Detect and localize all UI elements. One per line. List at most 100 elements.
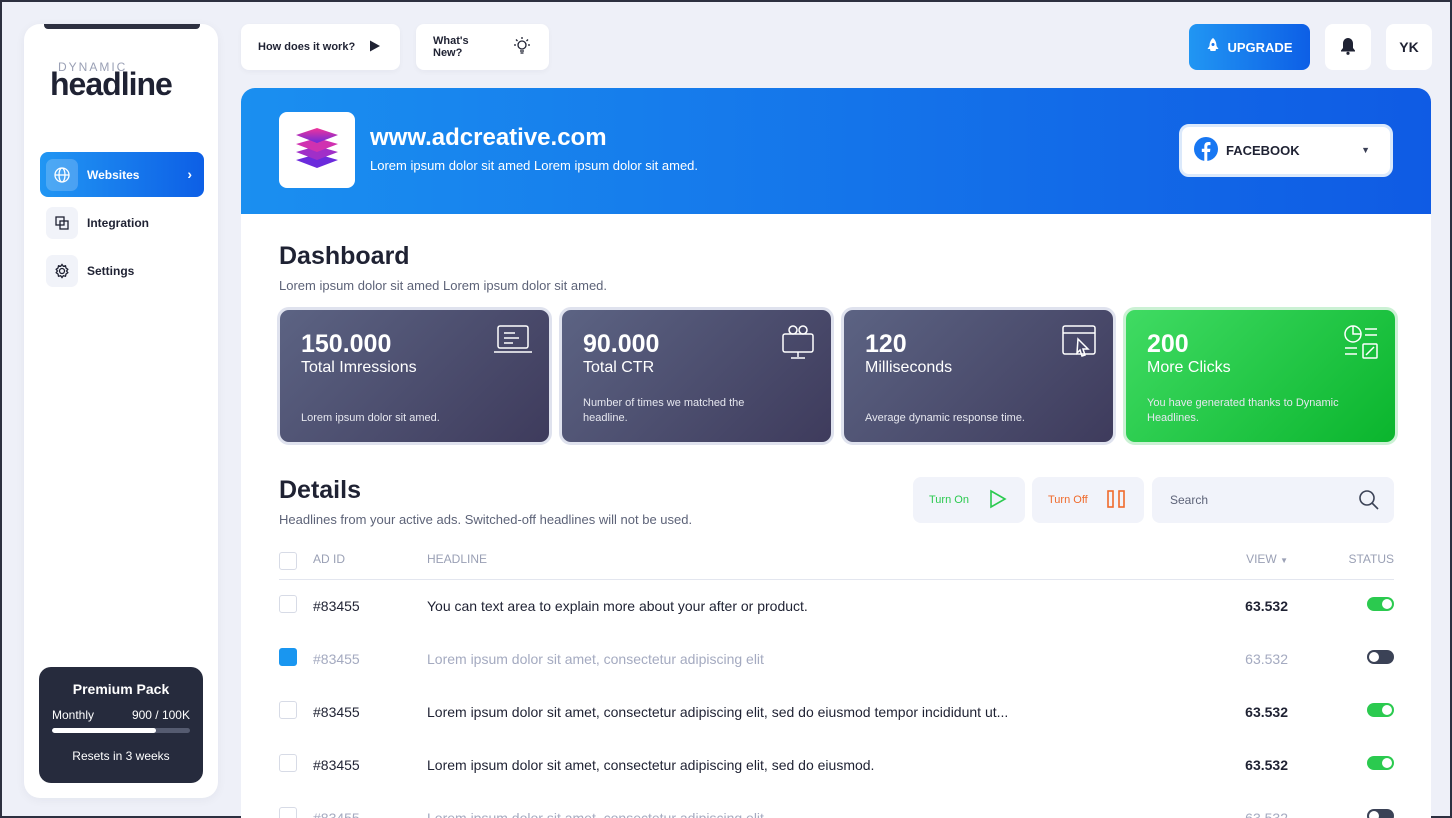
- how-it-works-label: How does it work?: [258, 41, 356, 53]
- stat-card-milliseconds: 120 Milliseconds Average dynamic respons…: [841, 307, 1116, 445]
- stat-label: Total Imressions: [301, 359, 417, 376]
- row-checkbox[interactable]: [279, 701, 297, 719]
- column-header-headline: HEADLINE: [427, 549, 1194, 580]
- row-view-count: 63.532: [1245, 756, 1288, 773]
- layers-icon: [294, 126, 340, 175]
- turn-on-label: Turn On: [929, 494, 969, 506]
- stat-value: 90.000: [583, 330, 660, 358]
- select-all-checkbox[interactable]: [279, 552, 297, 570]
- site-url: www.adcreative.com: [370, 124, 607, 151]
- site-logo: [279, 112, 355, 188]
- gear-icon: [46, 254, 78, 287]
- stat-card-impressions: 150.000 Total Imressions Lorem ipsum dol…: [277, 307, 552, 445]
- app-logo[interactable]: DYNAMIC headline: [50, 60, 200, 102]
- row-ad-id: #83455: [313, 809, 360, 818]
- sidebar: DYNAMIC headline Websites › Integration …: [24, 24, 218, 798]
- search-icon[interactable]: [1358, 489, 1380, 516]
- how-it-works-button[interactable]: How does it work?: [241, 24, 400, 70]
- logo-main-text: headline: [50, 66, 173, 102]
- upgrade-label: UPGRADE: [1227, 39, 1293, 55]
- row-headline: Lorem ipsum dolor sit amet, consectetur …: [427, 703, 1009, 720]
- stat-label: Total CTR: [583, 359, 655, 376]
- sort-caret-icon: ▼: [1280, 556, 1288, 565]
- premium-progress-bar: [52, 728, 190, 733]
- details-title: Details: [279, 476, 361, 504]
- row-headline: Lorem ipsum dolor sit amet, consectetur …: [427, 650, 764, 667]
- row-headline: You can text area to explain more about …: [427, 597, 808, 614]
- upgrade-button[interactable]: UPGRADE: [1189, 24, 1310, 70]
- status-toggle[interactable]: [1367, 756, 1394, 770]
- notifications-button[interactable]: [1325, 24, 1371, 70]
- status-toggle[interactable]: [1367, 809, 1394, 818]
- row-ad-id: #83455: [313, 703, 360, 720]
- premium-progress-fill: [52, 728, 156, 733]
- column-header-view[interactable]: VIEW ▼: [1194, 549, 1334, 580]
- monitor-icon: [781, 324, 815, 365]
- premium-pack-card: Premium Pack Monthly 900 / 100K Resets i…: [39, 667, 203, 783]
- search-input[interactable]: [1170, 493, 1350, 507]
- status-toggle[interactable]: [1367, 650, 1394, 664]
- chevron-down-icon: ▼: [1361, 145, 1370, 155]
- integration-icon: [46, 206, 78, 239]
- sidebar-item-label: Integration: [87, 215, 149, 230]
- premium-reset: Resets in 3 weeks: [72, 749, 170, 763]
- whats-new-label: What's New?: [433, 35, 469, 59]
- globe-icon: [46, 158, 78, 191]
- status-toggle[interactable]: [1367, 703, 1394, 717]
- turn-on-button[interactable]: Turn On: [913, 477, 1025, 523]
- table-header-row: AD ID HEADLINE VIEW ▼ STATUS: [279, 549, 1394, 580]
- bell-icon: [1340, 37, 1356, 58]
- column-header-ad-id: AD ID: [313, 549, 427, 580]
- platform-select[interactable]: FACEBOOK ▼: [1179, 124, 1393, 177]
- rocket-icon: [1206, 37, 1220, 57]
- premium-period: Monthly: [52, 708, 95, 722]
- row-headline: Lorem ipsum dolor sit amet, consectetur …: [427, 809, 764, 818]
- main-panel: www.adcreative.com Lorem ipsum dolor sit…: [241, 88, 1431, 818]
- row-ad-id: #83455: [313, 597, 360, 614]
- row-checkbox[interactable]: [279, 754, 297, 772]
- table-row: #83455 Lorem ipsum dolor sit amet, conse…: [279, 791, 1394, 818]
- user-avatar-button[interactable]: YK: [1386, 24, 1432, 70]
- row-ad-id: #83455: [313, 650, 360, 667]
- analytics-icon: [1343, 324, 1379, 365]
- turn-off-button[interactable]: Turn Off: [1032, 477, 1144, 523]
- row-checkbox[interactable]: [279, 595, 297, 614]
- lightbulb-icon: [512, 36, 532, 59]
- dashboard-subtitle: Lorem ipsum dolor sit amed Lorem ipsum d…: [279, 278, 608, 293]
- sidebar-item-settings[interactable]: Settings: [40, 248, 204, 293]
- laptop-icon: [493, 324, 533, 361]
- stat-description: You have generated thanks to Dynamic Hea…: [1147, 397, 1339, 424]
- stat-description: Lorem ipsum dolor sit amed.: [301, 412, 440, 424]
- stat-value: 120: [865, 330, 907, 358]
- play-outline-icon: [989, 489, 1007, 512]
- website-banner: www.adcreative.com Lorem ipsum dolor sit…: [241, 88, 1431, 214]
- row-checkbox[interactable]: [279, 648, 297, 666]
- whats-new-button[interactable]: What's New?: [416, 24, 549, 70]
- row-view-count: 63.532: [1245, 650, 1288, 667]
- table-row: #83455 Lorem ipsum dolor sit amet, conse…: [279, 738, 1394, 791]
- row-checkbox[interactable]: [279, 807, 297, 818]
- chevron-right-icon: ›: [187, 166, 192, 182]
- site-subtitle: Lorem ipsum dolor sit amed Lorem ipsum d…: [370, 158, 699, 173]
- row-headline: Lorem ipsum dolor sit amet, consectetur …: [427, 756, 875, 773]
- sidebar-item-label: Settings: [87, 263, 135, 278]
- stat-label: More Clicks: [1147, 359, 1231, 376]
- view-header-label: VIEW: [1246, 552, 1277, 566]
- table-row: #83455 You can text area to explain more…: [279, 579, 1394, 632]
- row-view-count: 63.532: [1245, 809, 1288, 818]
- headlines-table: AD ID HEADLINE VIEW ▼ STATUS #83455 You …: [279, 549, 1394, 818]
- stat-card-ctr: 90.000 Total CTR Number of times we matc…: [559, 307, 834, 445]
- premium-title: Premium Pack: [72, 681, 170, 697]
- facebook-icon: [1194, 137, 1218, 164]
- stat-description: Number of times we matched the headline.: [583, 397, 745, 424]
- stat-value: 200: [1147, 330, 1189, 358]
- platform-selected-label: FACEBOOK: [1226, 143, 1300, 158]
- stat-label: Milliseconds: [865, 359, 953, 376]
- sidebar-item-websites[interactable]: Websites ›: [40, 152, 204, 197]
- status-toggle[interactable]: [1367, 597, 1394, 612]
- column-header-status: STATUS: [1334, 549, 1394, 580]
- stat-description: Average dynamic response time.: [865, 412, 1025, 424]
- sidebar-item-integration[interactable]: Integration: [40, 200, 204, 245]
- sidebar-top-accent: [44, 24, 200, 29]
- table-row: #83455 Lorem ipsum dolor sit amet, conse…: [279, 685, 1394, 738]
